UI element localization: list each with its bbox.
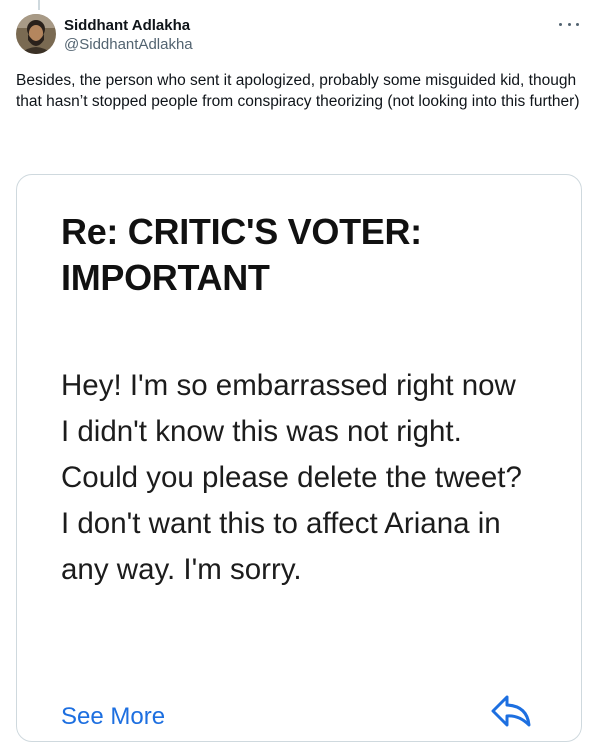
author-display-name[interactable]: Siddhant Adlakha <box>64 16 193 35</box>
reply-icon[interactable] <box>489 691 533 731</box>
tweet-text: Besides, the person who sent it apologiz… <box>16 72 580 110</box>
thread-connector-line <box>38 0 40 10</box>
more-options-icon[interactable] <box>559 20 579 28</box>
tweet-media-card[interactable]: Re: CRITIC'S VOTER: IMPORTANT Hey! I'm s… <box>16 174 582 742</box>
author-handle[interactable]: @SiddhantAdlakha <box>64 35 193 54</box>
email-subject: Re: CRITIC'S VOTER: IMPORTANT <box>61 211 422 298</box>
email-message: Hey! I'm so embarrassed right now I didn… <box>61 369 522 586</box>
see-more-link[interactable]: See More <box>61 703 165 731</box>
author-avatar[interactable] <box>16 14 56 54</box>
avatar-image <box>16 14 56 54</box>
author-block[interactable]: Siddhant Adlakha @SiddhantAdlakha <box>64 16 193 54</box>
